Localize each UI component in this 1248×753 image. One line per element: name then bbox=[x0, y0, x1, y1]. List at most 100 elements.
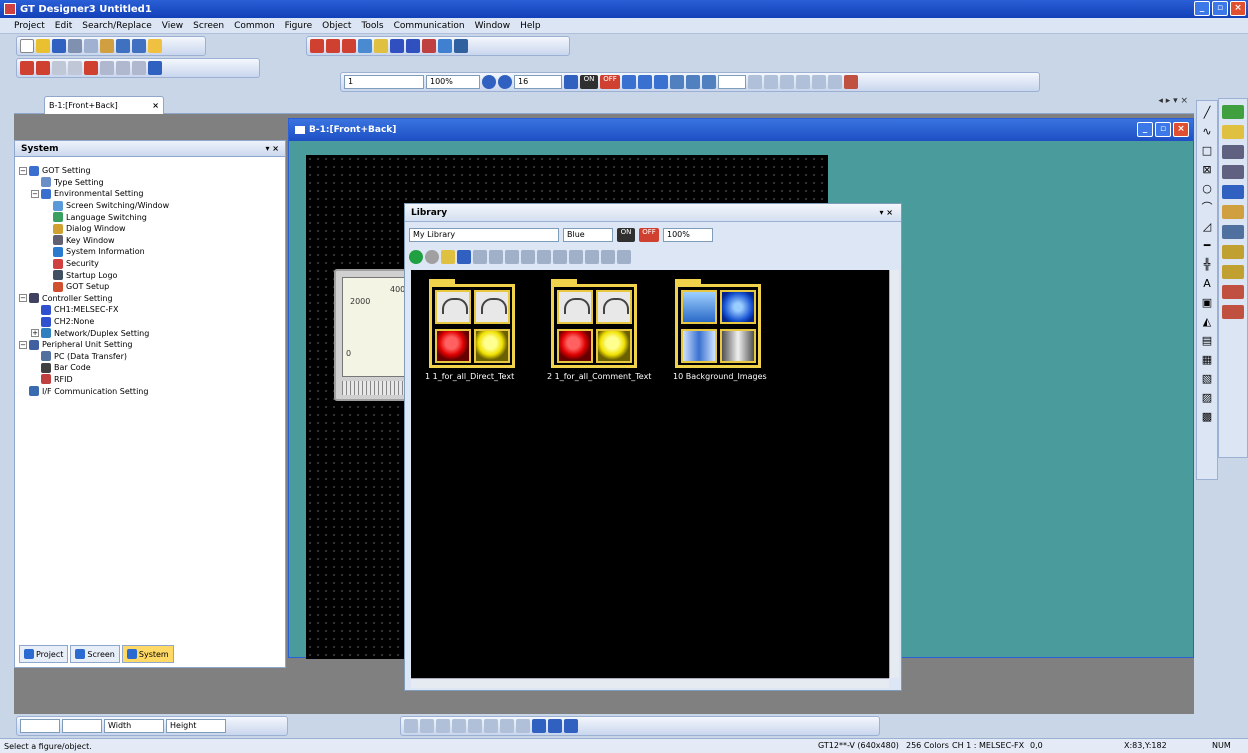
color-icon[interactable] bbox=[670, 75, 684, 89]
library-view[interactable]: 1 1_for_all_Direct_Text 2 1_for_all_Comm… bbox=[411, 270, 889, 678]
tree-item[interactable]: − Peripheral Unit Setting bbox=[19, 339, 281, 351]
library-icon[interactable] bbox=[374, 39, 388, 53]
library-pin-icon[interactable]: ▾ × bbox=[879, 208, 893, 217]
menu-common[interactable]: Common bbox=[234, 21, 275, 31]
folder-label[interactable]: 1 1_for_all_Direct_Text bbox=[425, 372, 514, 381]
rename-icon[interactable] bbox=[505, 250, 519, 264]
library-horizontal-scrollbar[interactable] bbox=[411, 678, 889, 688]
library-on-button[interactable]: ON bbox=[617, 228, 635, 242]
align-right-icon[interactable] bbox=[780, 75, 794, 89]
tree-item[interactable]: GOT Setup bbox=[19, 281, 281, 293]
script-icon[interactable] bbox=[438, 39, 452, 53]
rectangle-tool-icon[interactable]: □ bbox=[1199, 144, 1215, 158]
save-icon[interactable] bbox=[52, 39, 66, 53]
tree-item[interactable]: Security bbox=[19, 258, 281, 270]
align-middle-icon[interactable] bbox=[812, 75, 826, 89]
color-scheme-select[interactable]: Blue bbox=[563, 228, 613, 242]
polyline-tool-icon[interactable]: ∿ bbox=[1199, 125, 1215, 139]
menu-communication[interactable]: Communication bbox=[394, 21, 465, 31]
lamp-object-icon[interactable] bbox=[1222, 125, 1244, 139]
trigger-object-icon[interactable] bbox=[1222, 285, 1244, 299]
folder-up-icon[interactable] bbox=[441, 250, 455, 264]
off-toggle-button[interactable]: OFF bbox=[600, 75, 620, 89]
image-tool-icon[interactable]: ▣ bbox=[1199, 296, 1215, 310]
menu-help[interactable]: Help bbox=[520, 21, 541, 31]
picture-tool-icon[interactable]: ▤ bbox=[1199, 334, 1215, 348]
tree-item[interactable]: Key Window bbox=[19, 235, 281, 247]
project-icon[interactable] bbox=[358, 39, 372, 53]
menu-view[interactable]: View bbox=[162, 21, 183, 31]
align-icon[interactable] bbox=[436, 719, 450, 733]
numerical-display-icon[interactable] bbox=[1222, 145, 1244, 159]
grid-select[interactable]: 16 bbox=[514, 75, 562, 89]
x-input[interactable] bbox=[20, 719, 60, 733]
library-select[interactable]: My Library bbox=[409, 228, 559, 242]
maximize-button[interactable]: ▫ bbox=[1212, 1, 1228, 16]
circle-icon[interactable] bbox=[52, 61, 66, 75]
align-bottom-icon[interactable] bbox=[828, 75, 842, 89]
align-icon[interactable] bbox=[420, 719, 434, 733]
tree-item[interactable]: + Network/Duplex Setting bbox=[19, 327, 281, 339]
align-left-icon[interactable] bbox=[748, 75, 762, 89]
screen-close-button[interactable]: × bbox=[1173, 122, 1189, 137]
shape-tool-icon[interactable]: ▩ bbox=[1199, 410, 1215, 424]
folder-label[interactable]: 2 1_for_all_Comment_Text bbox=[547, 372, 651, 381]
paint-tool-icon[interactable]: ◭ bbox=[1199, 315, 1215, 329]
tree-item[interactable]: PC (Data Transfer) bbox=[19, 351, 281, 363]
library-folder[interactable] bbox=[675, 279, 761, 368]
device-icon[interactable] bbox=[454, 39, 468, 53]
tree-item[interactable]: CH2:None bbox=[19, 316, 281, 328]
switch-object-icon[interactable] bbox=[1222, 105, 1244, 119]
scale-tool-icon[interactable]: ━ bbox=[1199, 239, 1215, 253]
distribute-icon[interactable] bbox=[500, 719, 514, 733]
fill-icon[interactable] bbox=[84, 61, 98, 75]
info-icon[interactable] bbox=[601, 250, 615, 264]
line-style-icon[interactable] bbox=[100, 61, 114, 75]
comment-object-icon[interactable] bbox=[1222, 205, 1244, 219]
text-tool-icon[interactable]: A bbox=[1199, 277, 1215, 291]
circle-tool-icon[interactable]: ○ bbox=[1199, 182, 1215, 196]
window-screen-icon[interactable] bbox=[326, 39, 340, 53]
library-folder[interactable] bbox=[551, 279, 637, 368]
screen-minimize-button[interactable]: _ bbox=[1137, 122, 1153, 137]
zoom-in-icon[interactable] bbox=[482, 75, 496, 89]
new-folder-icon[interactable] bbox=[457, 250, 471, 264]
tree-item[interactable]: Language Switching bbox=[19, 211, 281, 223]
arc-tool-icon[interactable]: ⌒ bbox=[1199, 201, 1215, 215]
fill-color-icon[interactable] bbox=[548, 719, 562, 733]
pattern-icon[interactable] bbox=[132, 61, 146, 75]
y-input[interactable] bbox=[62, 719, 102, 733]
back-icon[interactable] bbox=[409, 250, 423, 264]
arrange-icon[interactable] bbox=[20, 61, 34, 75]
grid-icon[interactable] bbox=[564, 75, 578, 89]
tab-system[interactable]: System bbox=[121, 645, 174, 663]
tree-item[interactable]: − Environmental Setting bbox=[19, 188, 281, 200]
folder-label[interactable]: 10 Background_Images bbox=[673, 372, 767, 381]
align-icon[interactable] bbox=[404, 719, 418, 733]
menu-screen[interactable]: Screen bbox=[193, 21, 224, 31]
on-toggle-button[interactable]: ON bbox=[580, 75, 598, 89]
library-zoom-select[interactable]: 100% bbox=[663, 228, 713, 242]
sound-icon[interactable] bbox=[422, 39, 436, 53]
menu-window[interactable]: Window bbox=[475, 21, 511, 31]
parts-object-icon[interactable] bbox=[1222, 245, 1244, 259]
distribute-icon[interactable] bbox=[484, 719, 498, 733]
library-vertical-scrollbar[interactable] bbox=[889, 270, 899, 678]
tree-item[interactable]: Type Setting bbox=[19, 177, 281, 189]
lib-paste-icon[interactable] bbox=[569, 250, 583, 264]
tab-close-icon[interactable]: × bbox=[152, 101, 159, 110]
ruler-tool-icon[interactable]: ▧ bbox=[1199, 372, 1215, 386]
screen-number-select[interactable]: 1 bbox=[344, 75, 424, 89]
open-icon[interactable] bbox=[36, 39, 50, 53]
register-icon[interactable] bbox=[473, 250, 487, 264]
tree-expander-icon[interactable]: − bbox=[19, 294, 27, 303]
font-icon[interactable] bbox=[617, 250, 631, 264]
ring-icon[interactable] bbox=[68, 61, 82, 75]
sector-tool-icon[interactable]: ◿ bbox=[1199, 220, 1215, 234]
tree-item[interactable]: System Information bbox=[19, 246, 281, 258]
tree-expander-icon[interactable]: + bbox=[31, 329, 39, 338]
align-top-icon[interactable] bbox=[796, 75, 810, 89]
screen-maximize-button[interactable]: ▫ bbox=[1155, 122, 1171, 137]
close-button[interactable]: × bbox=[1230, 1, 1246, 16]
select-icon[interactable] bbox=[148, 39, 162, 53]
